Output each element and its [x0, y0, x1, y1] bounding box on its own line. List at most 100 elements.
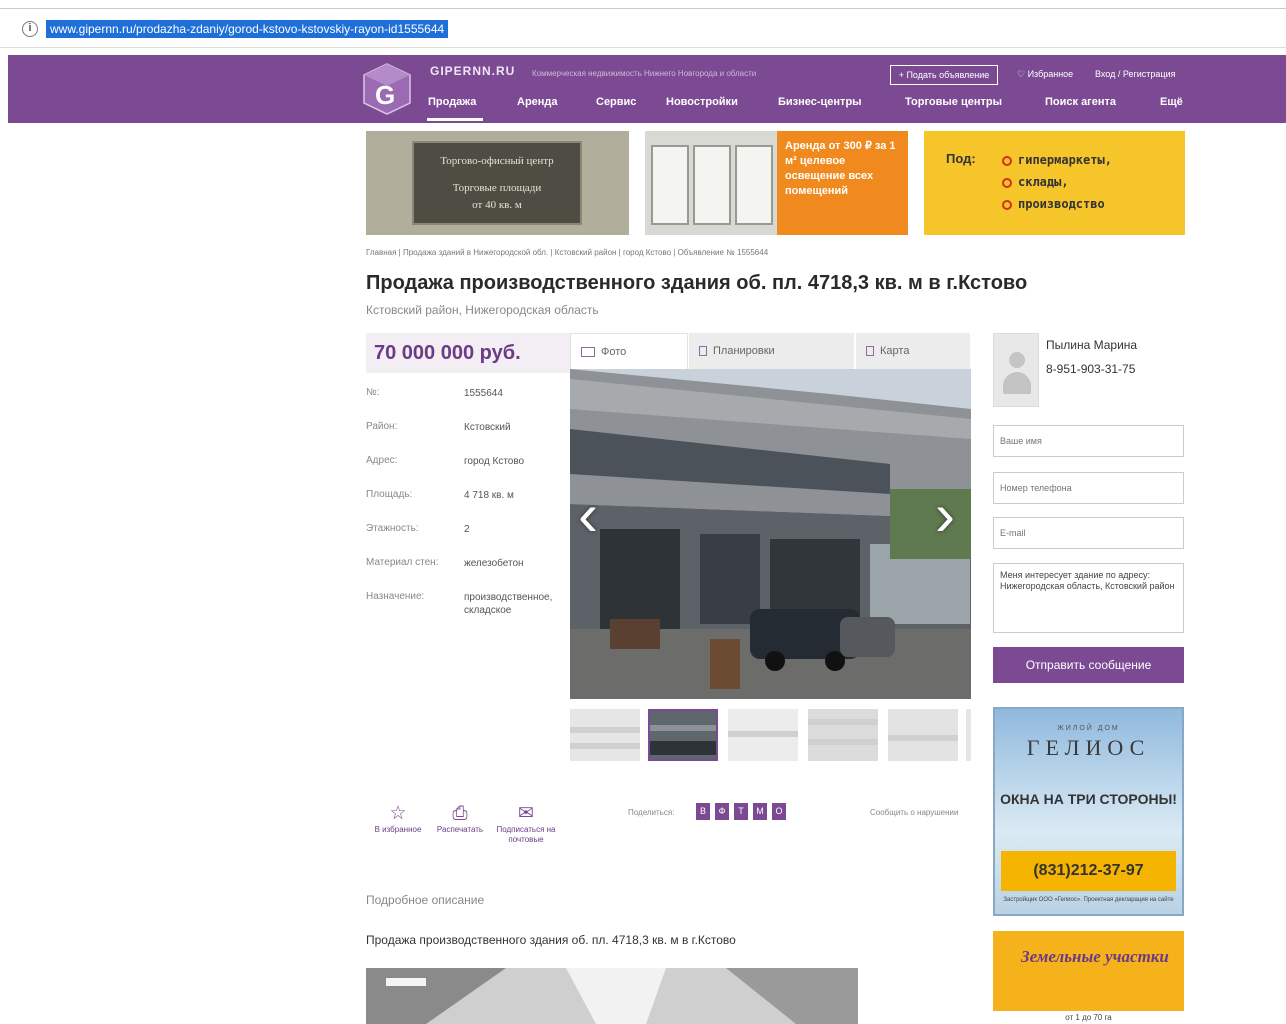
banner-rent-text: Аренда от 300 ₽ за 1 м² целевое освещени… — [777, 131, 908, 235]
page-subtitle: Кстовский район, Нижегородская область — [366, 303, 599, 317]
map-pin-icon — [866, 346, 874, 357]
detail-label: Материал стен: — [366, 557, 439, 568]
nav-find-agent[interactable]: Поиск агента — [1045, 96, 1116, 108]
ad-gelios-banner[interactable]: ЖИЛОЙ ДОМ ГЕЛИОС ОКНА НА ТРИ СТОРОНЫ! (8… — [993, 707, 1184, 916]
detail-label: Район: — [366, 421, 398, 432]
browser-address-bar[interactable]: i www.gipernn.ru/prodazha-zdaniy/gorod-k… — [0, 8, 1286, 48]
tab-plan[interactable]: Планировки — [689, 333, 855, 369]
tab-map[interactable]: Карта — [856, 333, 971, 369]
site-tagline: Коммерческая недвижимость Нижнего Новгор… — [532, 69, 757, 78]
ad-note: Застройщик ООО «Гелиос». Проектная декла… — [1003, 897, 1174, 903]
breadcrumb[interactable]: Главная | Продажа зданий в Нижегородской… — [366, 248, 768, 257]
nav-active-indicator — [427, 118, 483, 121]
email-field[interactable] — [993, 517, 1184, 549]
banner-text: Торгово-офисный центр — [440, 155, 554, 167]
page-title: Продажа производственного здания об. пл.… — [366, 272, 1028, 294]
ad-land-title: Земельные участки — [1021, 947, 1169, 966]
avatar-head — [1009, 352, 1025, 368]
banner-board: Торгово-офисный центр Торговые площади о… — [412, 141, 582, 225]
photo-thumbnail[interactable] — [648, 709, 718, 761]
detail-label: Назначение: — [366, 591, 425, 602]
url-text[interactable]: www.gipernn.ru/prodazha-zdaniy/gorod-kst… — [46, 20, 449, 38]
action-label: Подписаться на почтовые — [496, 825, 556, 844]
ad-phone: (831)212-37-97 — [1001, 851, 1176, 891]
login-link[interactable]: Вход / Регистрация — [1095, 69, 1175, 79]
avatar-body — [1003, 372, 1031, 394]
tab-photo[interactable]: Фото — [570, 333, 688, 369]
detail-label: №: — [366, 387, 380, 398]
detail-value: железобетон — [464, 558, 524, 569]
ad-slogan: ОКНА НА ТРИ СТОРОНЫ! — [1000, 791, 1177, 807]
action-label: В избранное — [374, 825, 422, 834]
detail-label: Этажность: — [366, 523, 419, 534]
ad-brand-name: ГЕЛИОС — [1026, 735, 1151, 760]
agent-name: Пылина Марина — [1046, 338, 1138, 352]
nav-rent[interactable]: Аренда — [517, 96, 558, 108]
printer-icon: ⎙ — [452, 803, 468, 824]
detail-label: Адрес: — [366, 455, 398, 466]
price: 70 000 000 руб. — [366, 333, 570, 373]
nav-more[interactable]: Ещё — [1160, 96, 1183, 108]
nav-new-buildings[interactable]: Новостройки — [666, 96, 738, 108]
phone-field[interactable] — [993, 472, 1184, 504]
description-text: Продажа производственного здания об. пл.… — [366, 933, 736, 947]
tab-label: Карта — [880, 345, 910, 357]
banner-list: гипермаркеты, склады, производство — [1002, 149, 1112, 215]
share-label: Поделиться: — [628, 808, 675, 817]
svg-text:G: G — [375, 80, 395, 110]
star-icon: ☆ — [389, 803, 407, 824]
photo-thumbnail[interactable] — [888, 709, 958, 761]
nav-sale[interactable]: Продажа — [428, 96, 476, 108]
agent-phone: 8-951-903-31-75 — [1046, 362, 1136, 376]
report-violation-link[interactable]: Сообщить о нарушении — [870, 808, 958, 817]
next-photo-arrow-icon[interactable]: › — [935, 480, 955, 549]
photo-thumbnail[interactable] — [808, 709, 878, 761]
description-heading: Подробное описание — [366, 893, 485, 907]
banner-pod-label: Под: — [946, 151, 976, 166]
description-photo[interactable] — [366, 968, 858, 1024]
favorites-link[interactable]: ♡ Избранное — [1017, 69, 1073, 80]
nav-business-centers[interactable]: Бизнес-центры — [778, 96, 862, 108]
share-vk-icon[interactable]: В — [696, 803, 710, 820]
detail-value: город Кстово — [464, 456, 525, 467]
mail-icon: ✉ — [518, 803, 534, 824]
tab-label: Фото — [601, 346, 627, 358]
main-photo[interactable] — [570, 369, 971, 699]
share-mailru-icon[interactable]: М — [753, 803, 767, 820]
detail-value: 4 718 кв. м — [464, 490, 514, 501]
window-graphic — [651, 145, 689, 225]
share-twitter-icon[interactable]: Т — [734, 803, 748, 820]
photo-thumbnail[interactable] — [570, 709, 640, 761]
site-logo-icon[interactable]: G — [362, 62, 412, 116]
message-field[interactable]: Меня интересует здание по адресу: Нижего… — [993, 563, 1184, 633]
ad-small-text: ЖИЛОЙ ДОМ — [1057, 725, 1120, 732]
banner-warehouses[interactable]: Под: гипермаркеты, склады, производство — [924, 131, 1185, 235]
action-label: Распечатать — [436, 825, 484, 834]
detail-value: производственное, складское — [464, 592, 553, 616]
share-ok-icon[interactable]: О — [772, 803, 786, 820]
ad-land-banner[interactable]: Земельные участки от 1 до 70 га — [993, 931, 1184, 1024]
ad-land-strip: от 1 до 70 га — [993, 1011, 1184, 1024]
favorite-button[interactable]: ☆ В избранное — [368, 803, 428, 835]
nav-shopping-centers[interactable]: Торговые центры — [905, 96, 1002, 108]
share-facebook-icon[interactable]: Ф — [715, 803, 729, 820]
add-listing-button[interactable]: + Подать объявление — [890, 65, 998, 85]
banner-trade-center[interactable]: Торгово-офисный центр Торговые площади о… — [366, 131, 629, 235]
site-info-icon[interactable]: i — [22, 21, 38, 37]
photo-thumbnail[interactable] — [728, 709, 798, 761]
site-header — [8, 55, 1286, 123]
prev-photo-arrow-icon[interactable]: ‹ — [578, 480, 598, 549]
banner-list-item: склады, — [1002, 171, 1112, 193]
detail-value: 2 — [464, 524, 470, 535]
photo-thumbnail[interactable] — [966, 709, 971, 761]
send-message-button[interactable]: Отправить сообщение — [993, 647, 1184, 683]
window-graphic — [735, 145, 773, 225]
site-name[interactable]: GIPERNN.RU — [430, 64, 515, 78]
print-button[interactable]: ⎙ Распечатать — [430, 803, 490, 835]
banner-list-item: производство — [1002, 193, 1112, 215]
banner-rent[interactable]: Аренда от 300 ₽ за 1 м² целевое освещени… — [645, 131, 908, 235]
subscribe-button[interactable]: ✉ Подписаться на почтовые — [496, 803, 556, 845]
bullet-icon — [1002, 155, 1012, 166]
name-field[interactable] — [993, 425, 1184, 457]
nav-service[interactable]: Сервис — [596, 96, 636, 108]
